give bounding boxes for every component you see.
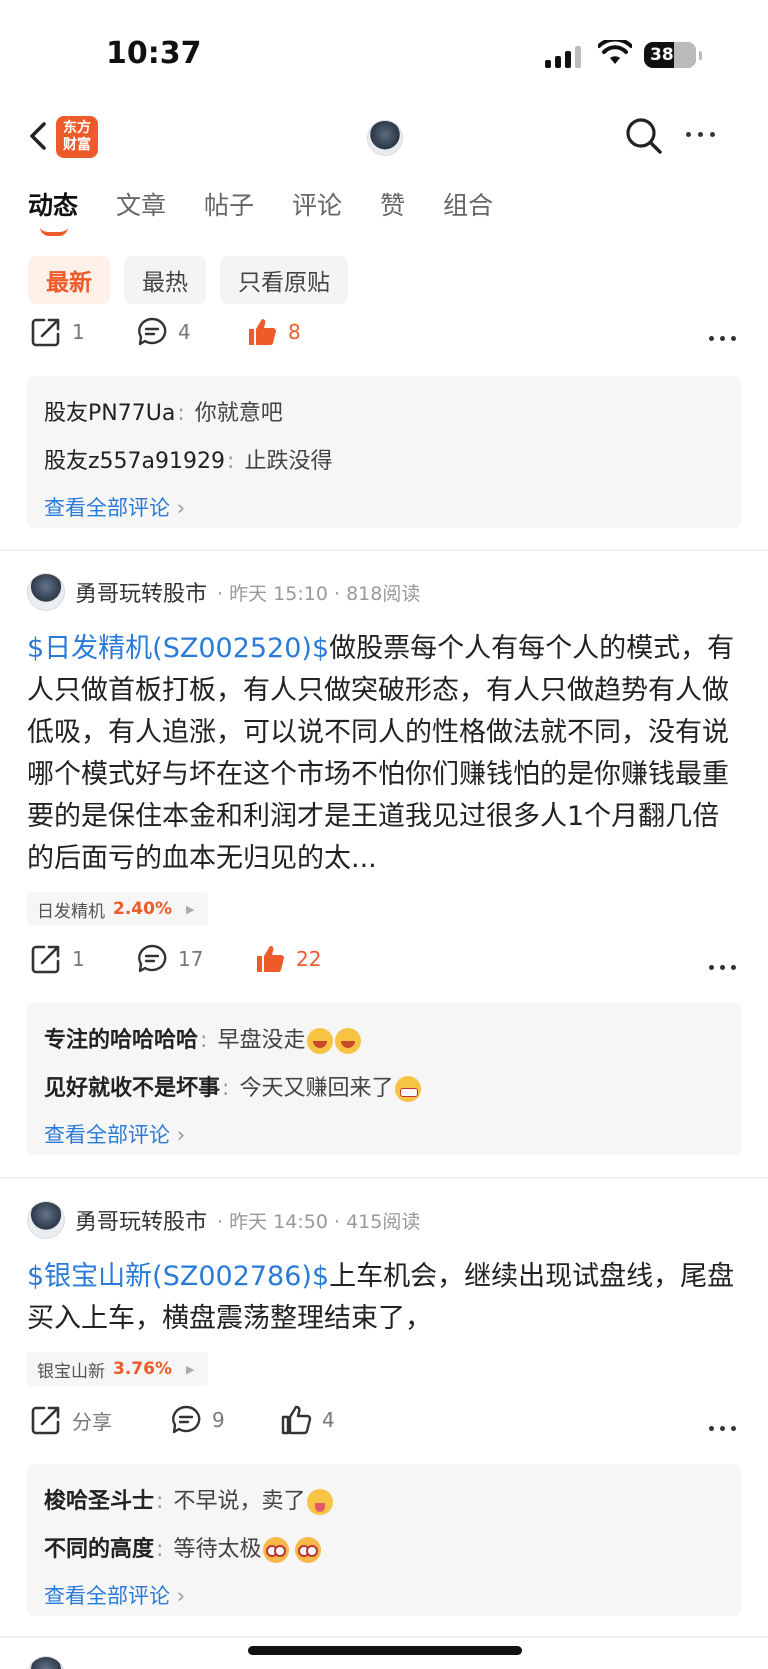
laughing-emoji-icon xyxy=(335,1028,362,1054)
avatar[interactable] xyxy=(27,573,65,611)
like-button[interactable]: 22 xyxy=(254,943,321,975)
view-all-comments-link[interactable]: 查看全部评论 › xyxy=(44,486,724,530)
avatar[interactable] xyxy=(27,1656,65,1669)
cellular-signal-icon xyxy=(545,46,581,68)
tab-portfolio[interactable]: 组合 xyxy=(443,186,493,222)
post-actions: 1 17 22 xyxy=(0,943,768,993)
post-time: 昨天 14:50 xyxy=(229,1210,328,1233)
post-actions: 分享 9 4 xyxy=(0,1404,768,1454)
play-icon: ▶ xyxy=(185,902,195,916)
post-content[interactable]: $日发精机(SZ002520)$做股票每个人有每个人的模式，有人只做首板打板，有… xyxy=(27,628,743,880)
view-all-comments-link[interactable]: 查看全部评论 › xyxy=(44,1113,724,1157)
stock-tag[interactable]: 日发精机 2.40% ▶ xyxy=(27,892,209,926)
filter-original-only[interactable]: 只看原贴 xyxy=(220,256,348,304)
more-icon[interactable] xyxy=(709,336,736,341)
share-icon xyxy=(31,1406,60,1435)
comment-icon xyxy=(172,1405,201,1434)
more-icon[interactable] xyxy=(709,965,736,970)
tab-dynamic[interactable]: 动态 xyxy=(28,186,78,236)
app-logo[interactable]: 东方 财富 xyxy=(56,116,98,158)
tab-bar: 动态 文章 帖子 评论 赞 组合 xyxy=(28,186,531,236)
stock-link[interactable]: $日发精机(SZ002520)$ xyxy=(27,633,329,664)
comment-item[interactable]: 股友z557a91929: 止跌没得 xyxy=(44,438,724,486)
filter-bar: 最新 最热 只看原贴 xyxy=(28,256,348,304)
share-icon xyxy=(31,945,60,974)
stock-link[interactable]: $银宝山新(SZ002786)$ xyxy=(27,1261,329,1292)
flushed-emoji-icon xyxy=(295,1537,322,1563)
like-button[interactable]: 4 xyxy=(280,1404,335,1436)
share-button[interactable]: 分享 xyxy=(30,1404,112,1436)
post-author[interactable]: 勇哥玩转股市 · 昨天 14:50 · 415阅读 xyxy=(27,1200,420,1240)
comment-item[interactable]: 不同的高度: 等待太极 xyxy=(44,1526,724,1574)
read-count: 415阅读 xyxy=(346,1210,421,1233)
tab-articles[interactable]: 文章 xyxy=(116,186,166,222)
home-indicator[interactable] xyxy=(248,1646,522,1655)
comment-preview: 股友PN77Ua: 你就意吧 股友z557a91929: 止跌没得 查看全部评论… xyxy=(27,376,741,528)
divider xyxy=(0,1177,768,1179)
comment-icon xyxy=(138,317,167,346)
more-icon[interactable] xyxy=(709,1426,736,1431)
tab-comments[interactable]: 评论 xyxy=(292,186,342,222)
comment-item[interactable]: 专注的哈哈哈哈: 早盘没走 xyxy=(44,1017,724,1065)
comment-preview: 梭哈圣斗士: 不早说，卖了 不同的高度: 等待太极 查看全部评论 › xyxy=(27,1464,741,1616)
stock-tag[interactable]: 银宝山新 3.76% ▶ xyxy=(27,1352,209,1386)
divider xyxy=(0,549,768,551)
page: 10:37 38 东方 财富 动态 文章 帖子 评论 赞 组合 最新 最热 只看… xyxy=(0,0,768,1669)
tab-likes[interactable]: 赞 xyxy=(380,186,405,222)
wifi-icon xyxy=(598,40,632,64)
thumbs-up-icon xyxy=(281,1405,312,1435)
share-button[interactable]: 1 xyxy=(30,943,85,975)
share-icon xyxy=(31,318,60,347)
post-actions: 1 4 8 xyxy=(0,316,768,366)
comment-item[interactable]: 股友PN77Ua: 你就意吧 xyxy=(44,390,724,438)
post-content[interactable]: $银宝山新(SZ002786)$上车机会，继续出现试盘线，尾盘买入上车，横盘震荡… xyxy=(27,1256,743,1340)
filter-hottest[interactable]: 最热 xyxy=(124,256,206,304)
tongue-emoji-icon xyxy=(307,1489,334,1515)
laughing-emoji-icon xyxy=(307,1028,334,1054)
tab-posts[interactable]: 帖子 xyxy=(204,186,254,222)
comment-item[interactable]: 梭哈圣斗士: 不早说，卖了 xyxy=(44,1478,724,1526)
like-button[interactable]: 8 xyxy=(246,316,301,348)
more-options-icon[interactable] xyxy=(686,132,715,137)
divider xyxy=(0,1636,768,1638)
comment-button[interactable]: 17 xyxy=(136,943,203,975)
status-bar: 10:37 38 xyxy=(0,0,768,110)
flushed-emoji-icon xyxy=(263,1537,290,1563)
comment-button[interactable]: 4 xyxy=(136,316,191,348)
author-name[interactable]: 勇哥玩转股市 xyxy=(75,1204,207,1236)
nav-bar: 东方 财富 xyxy=(0,110,768,170)
post-author[interactable] xyxy=(27,1656,75,1669)
thumbs-up-filled-icon xyxy=(257,946,284,973)
play-icon: ▶ xyxy=(185,1362,195,1376)
thumbs-up-filled-icon xyxy=(249,319,276,346)
comment-preview: 专注的哈哈哈哈: 早盘没走 见好就收不是坏事: 今天又赚回来了 查看全部评论 › xyxy=(27,1003,741,1155)
comment-item[interactable]: 见好就收不是坏事: 今天又赚回来了 xyxy=(44,1065,724,1113)
share-button[interactable]: 1 xyxy=(30,316,85,348)
avatar[interactable] xyxy=(27,1201,65,1239)
post-author[interactable]: 勇哥玩转股市 · 昨天 15:10 · 818阅读 xyxy=(27,572,420,612)
search-icon[interactable] xyxy=(624,116,664,156)
comment-button[interactable]: 9 xyxy=(170,1404,225,1436)
grinning-emoji-icon xyxy=(395,1076,422,1102)
status-time: 10:37 xyxy=(106,36,202,71)
post-text: 做股票每个人有每个人的模式，有人只做首板打板，有人只做突破形态，有人只做趋势有人… xyxy=(27,633,735,874)
view-all-comments-link[interactable]: 查看全部评论 › xyxy=(44,1574,724,1618)
filter-latest[interactable]: 最新 xyxy=(28,256,110,304)
battery-icon: 38 xyxy=(644,42,702,68)
profile-avatar[interactable] xyxy=(367,120,403,156)
read-count: 818阅读 xyxy=(346,582,421,605)
post-time: 昨天 15:10 xyxy=(229,582,328,605)
comment-icon xyxy=(138,944,167,973)
battery-level: 38 xyxy=(650,45,674,65)
author-name[interactable]: 勇哥玩转股市 xyxy=(75,576,207,608)
